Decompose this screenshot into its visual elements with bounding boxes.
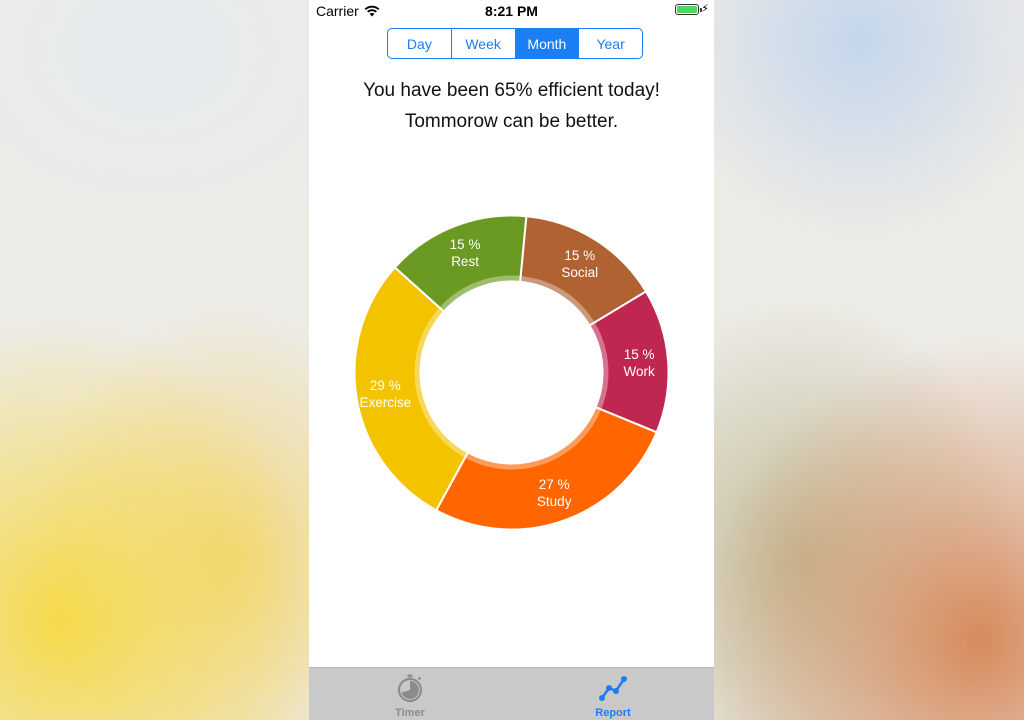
tab-report-label: Report [595,707,631,719]
efficiency-message: You have been 65% efficient today! [363,80,660,101]
stopwatch-icon [397,674,423,703]
battery-indicator: ⚡︎ [675,4,709,15]
charging-bolt-icon: ⚡︎ [701,3,709,15]
donut-slice-study [434,405,658,531]
slice-category-label-social: Social [561,265,598,280]
slice-percent-label-social: 15 % [564,248,595,263]
battery-icon [675,4,703,15]
app-screen: Carrier 8:21 PM ⚡︎ Day Week Month Year Y… [309,0,714,720]
donut-inner-highlight [414,275,609,470]
slice-percent-label-exercise: 29 % [370,378,401,393]
tab-bar: Timer Report [309,667,714,720]
slice-category-label-work: Work [624,364,656,379]
segment-month[interactable]: Month [515,29,580,58]
tab-report[interactable]: Report [512,668,714,720]
status-bar: Carrier 8:21 PM ⚡︎ [309,0,714,22]
tab-timer[interactable]: Timer [309,668,511,720]
slice-percent-label-study: 27 % [539,477,570,492]
slice-category-label-rest: Rest [451,254,479,269]
slice-percent-label-work: 15 % [624,347,655,362]
activity-donut-chart: 15 % Rest 15 % Social 15 % Work 27 % Study 29 % E… [353,214,670,531]
slice-category-label-study: Study [537,494,572,509]
slice-category-label-exercise: Exercise [359,395,411,410]
slice-percent-label-rest: 15 % [450,237,481,252]
segment-year[interactable]: Year [579,29,642,58]
period-segmented-control: Day Week Month Year [387,28,643,59]
tab-timer-label: Timer [395,707,425,719]
report-chart-icon [599,676,627,701]
segment-day[interactable]: Day [388,29,452,58]
status-time: 8:21 PM [485,3,538,19]
encouragement-message: Tommorow can be better. [404,111,619,132]
segment-week[interactable]: Week [452,29,516,58]
